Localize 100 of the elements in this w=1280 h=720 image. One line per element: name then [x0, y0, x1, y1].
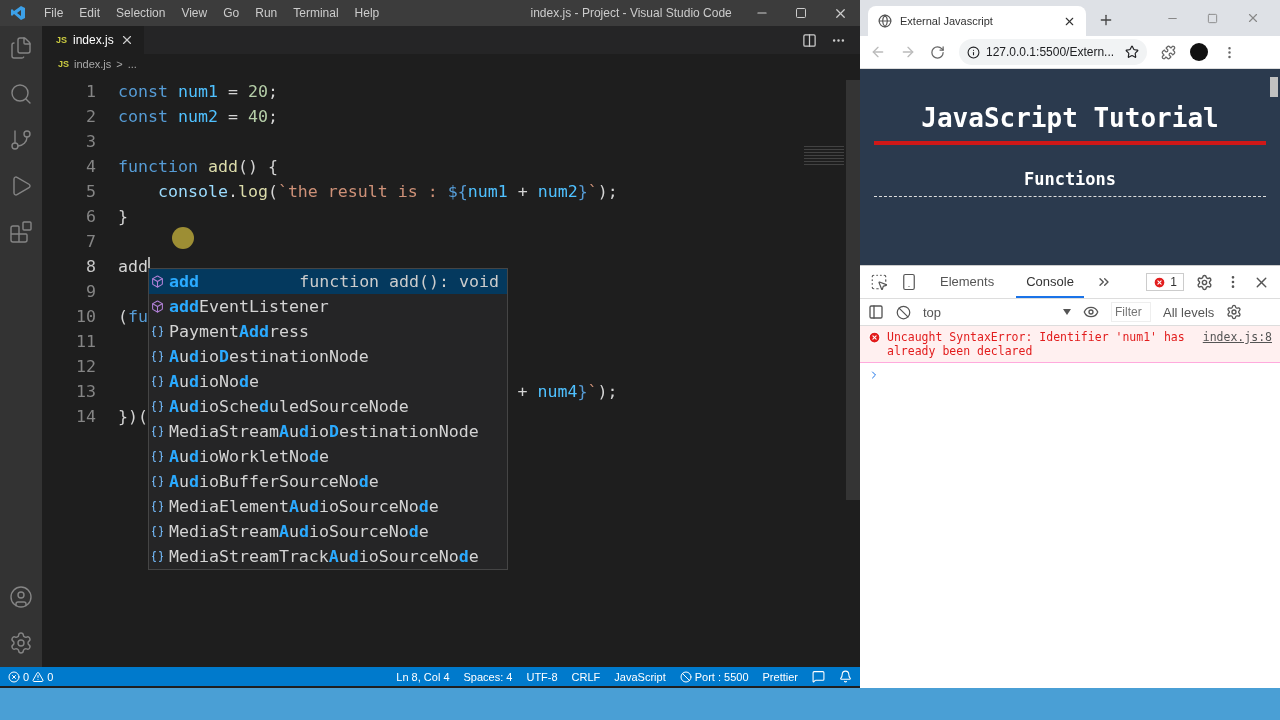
- suggestion-item[interactable]: MediaElementAudioSourceNode: [149, 494, 507, 519]
- profile-avatar[interactable]: [1190, 43, 1208, 61]
- star-icon[interactable]: [1125, 45, 1139, 59]
- code-line: const num2 = 40;: [118, 107, 278, 126]
- breadcrumb-file[interactable]: index.js: [74, 57, 112, 70]
- account-icon[interactable]: [9, 585, 33, 609]
- scrollbar: [1270, 77, 1278, 97]
- tab-label: index.js: [73, 33, 114, 47]
- code-line: }: [118, 207, 128, 226]
- line-number: 10: [75, 307, 97, 326]
- sidebar-icon[interactable]: [868, 304, 884, 320]
- window-title: index.js - Project - Visual Studio Code: [529, 6, 733, 20]
- files-icon[interactable]: [9, 36, 33, 60]
- settings-icon[interactable]: [1226, 304, 1243, 320]
- source-link[interactable]: index.js:8: [1202, 330, 1272, 358]
- suggestion-item[interactable]: MediaStreamAudioDestinationNode: [149, 419, 507, 444]
- info-icon[interactable]: [967, 45, 980, 59]
- device-icon[interactable]: [900, 273, 918, 291]
- menu-item[interactable]: Run: [247, 6, 286, 20]
- suggestion-item[interactable]: AudioBufferSourceNode: [149, 469, 507, 494]
- suggestion-item[interactable]: add function add(): void: [149, 269, 507, 294]
- menu-item[interactable]: Terminal: [285, 6, 347, 20]
- new-tab-icon[interactable]: [1098, 12, 1114, 28]
- line-number: 5: [85, 182, 97, 201]
- status-item[interactable]: UTF-8: [526, 670, 558, 683]
- editor-tab[interactable]: JS index.js: [42, 26, 144, 54]
- code-line: + num4}`);: [517, 382, 618, 401]
- menu-item[interactable]: Selection: [108, 6, 174, 20]
- code-line: function add() {: [118, 157, 278, 176]
- breadcrumb-more[interactable]: ...: [127, 57, 137, 70]
- warning-count[interactable]: 0: [47, 670, 54, 683]
- console-message: Uncaught SyntaxError: Identifier 'num1' has already been declared: [887, 330, 1186, 358]
- menu-item[interactable]: Go: [215, 6, 248, 20]
- suggestion-item[interactable]: MediaStreamTrackAudioSourceNode: [149, 544, 507, 569]
- levels-dropdown[interactable]: All levels: [1163, 304, 1215, 320]
- pointer-highlight-icon: [172, 227, 194, 249]
- search-icon[interactable]: [9, 82, 33, 106]
- warning-icon[interactable]: [32, 670, 45, 683]
- reload-icon[interactable]: [930, 44, 945, 60]
- variable-icon: [151, 350, 164, 363]
- dropdown-caret-icon: [1063, 309, 1071, 315]
- suggestion-item[interactable]: AudioDestinationNode: [149, 344, 507, 369]
- globe-icon: [878, 14, 892, 28]
- menu-item[interactable]: Edit: [71, 6, 109, 20]
- menu-item[interactable]: Help: [346, 6, 388, 20]
- code-line: add: [118, 257, 148, 276]
- file-type-label: JS: [58, 58, 69, 69]
- line-number: 7: [85, 232, 97, 251]
- suggestion-item[interactable]: AudioNode: [149, 369, 507, 394]
- context-select[interactable]: top: [923, 304, 1071, 320]
- split-editor-icon[interactable]: [802, 32, 817, 48]
- suggestion-item[interactable]: AudioScheduledSourceNode: [149, 394, 507, 419]
- status-item[interactable]: Ln 8, Col 4: [396, 670, 450, 683]
- status-item[interactable]: JavaScript: [614, 670, 666, 683]
- line-number: 6: [85, 207, 97, 226]
- inspect-icon[interactable]: [870, 273, 888, 291]
- clear-icon[interactable]: [896, 304, 911, 320]
- address-bar[interactable]: 127.0.0.1:5500/Extern...: [959, 39, 1147, 65]
- feedback-icon[interactable]: [812, 670, 825, 683]
- port-icon[interactable]: [679, 670, 692, 683]
- vscode-logo-icon: [10, 5, 26, 21]
- code-line: const num1 = 20;: [118, 82, 278, 101]
- page-title: JavaScript Tutorial: [921, 103, 1219, 133]
- variable-icon: [151, 425, 164, 438]
- status-item[interactable]: Prettier: [762, 670, 798, 683]
- line-number: 1: [85, 82, 97, 101]
- bell-icon[interactable]: [839, 670, 852, 683]
- variable-icon: [151, 325, 164, 338]
- line-number: 11: [75, 332, 97, 351]
- variable-icon: [151, 550, 164, 563]
- status-item[interactable]: CRLF: [571, 670, 601, 683]
- line-number: 13: [75, 382, 97, 401]
- error-count[interactable]: 0: [23, 670, 30, 683]
- error-icon: [868, 331, 881, 344]
- suggestion-item[interactable]: AudioWorkletNode: [149, 444, 507, 469]
- branch-icon[interactable]: [9, 128, 33, 152]
- devtools-tab[interactable]: Console: [1016, 266, 1084, 298]
- suggestion-item[interactable]: MediaStreamAudioSourceNode: [149, 519, 507, 544]
- browser-tab[interactable]: External Javascript: [868, 6, 1086, 36]
- status-item[interactable]: Spaces: 4: [463, 670, 513, 683]
- line-number: 12: [75, 357, 97, 376]
- cube-icon: [151, 275, 164, 288]
- line-number: 3: [85, 132, 97, 151]
- eye-icon[interactable]: [1083, 304, 1099, 320]
- minimap: [804, 146, 844, 166]
- suggestion-item[interactable]: addEventListener: [149, 294, 507, 319]
- variable-icon: [151, 450, 164, 463]
- puzzle-icon[interactable]: [1161, 44, 1176, 60]
- settings-icon[interactable]: [1196, 273, 1213, 291]
- extensions-icon[interactable]: [9, 220, 33, 244]
- menu-item[interactable]: File: [36, 6, 72, 20]
- menu-item[interactable]: View: [173, 6, 216, 20]
- error-badge[interactable]: 1: [1146, 273, 1184, 291]
- filter-field[interactable]: Filter: [1111, 302, 1151, 322]
- status-item[interactable]: Port : 5500: [694, 670, 749, 683]
- error-icon[interactable]: [8, 670, 20, 683]
- devtools-tab[interactable]: Elements: [930, 266, 1005, 298]
- suggestion-item[interactable]: PaymentAdd ress: [149, 319, 507, 344]
- settings-icon[interactable]: [9, 631, 33, 655]
- maximize-icon[interactable]: [795, 7, 807, 19]
